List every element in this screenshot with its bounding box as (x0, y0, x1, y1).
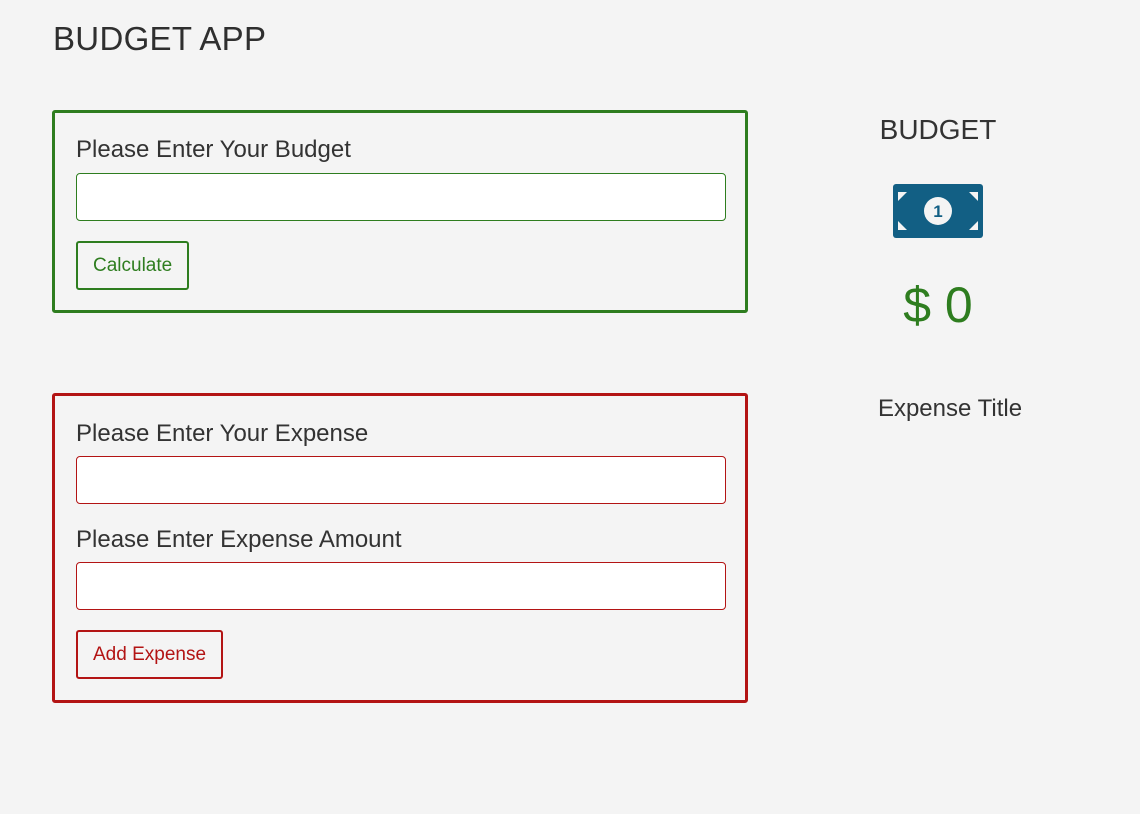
budget-form: Please Enter Your Budget Calculate (52, 110, 748, 313)
budget-input[interactable] (76, 173, 726, 221)
expense-form: Please Enter Your Expense Please Enter E… (52, 393, 748, 703)
expense-label: Please Enter Your Expense (76, 420, 369, 447)
expense-amount-input[interactable] (76, 562, 726, 610)
money-bill-icon: 1 (893, 184, 983, 238)
budget-title: BUDGET (879, 114, 997, 145)
add-expense-button[interactable]: Add Expense (76, 630, 224, 679)
budget-label: Please Enter Your Budget (76, 136, 351, 163)
app-title: BUDGET APP (53, 20, 267, 57)
budget-amount: $ 0 (903, 277, 973, 333)
calculate-button[interactable]: Calculate (76, 241, 190, 290)
expense-amount-label: Please Enter Expense Amount (76, 526, 402, 553)
expense-input[interactable] (76, 456, 726, 504)
expense-title-heading: Expense Title (877, 395, 1023, 422)
svg-text:1: 1 (933, 202, 942, 221)
